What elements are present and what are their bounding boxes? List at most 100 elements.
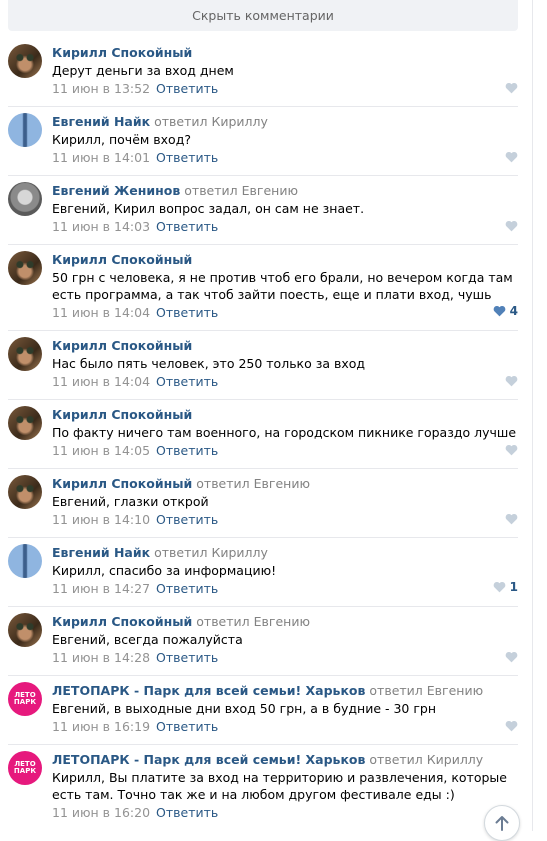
author-link[interactable]: Кирилл Спокойный xyxy=(52,45,192,60)
reply-button[interactable]: Ответить xyxy=(156,581,218,596)
letopark-logo[interactable]: ЛЕТО ПАРК xyxy=(8,751,42,785)
user-avatar[interactable] xyxy=(8,544,42,578)
heart-icon xyxy=(505,220,518,232)
like-count: 4 xyxy=(509,304,518,318)
reply-button[interactable]: Ответить xyxy=(156,81,218,96)
hide-comments-label: Скрыть комментарии xyxy=(192,8,334,23)
heart-icon xyxy=(505,513,518,525)
heart-icon xyxy=(493,581,505,593)
user-avatar[interactable] xyxy=(8,475,42,509)
user-avatar[interactable] xyxy=(8,613,42,647)
comment-date[interactable]: 11 июн в 14:04 xyxy=(52,305,150,320)
replied-to[interactable]: ответил Евгению xyxy=(184,183,298,198)
comment-date[interactable]: 11 июн в 14:01 xyxy=(52,150,150,165)
comment-date[interactable]: 11 июн в 16:20 xyxy=(52,805,150,820)
heart-icon xyxy=(505,720,518,732)
comment-text: Кирилл, почём вход? xyxy=(52,132,191,147)
like-button[interactable] xyxy=(505,651,518,663)
reply-button[interactable]: Ответить xyxy=(156,650,218,665)
replied-to[interactable]: ответил Кириллу xyxy=(154,545,268,560)
comment-text: Евгений, всегда пожалуйста xyxy=(52,632,243,647)
comment-text: По факту ничего там военного, на городск… xyxy=(52,425,517,440)
comment-date[interactable]: 11 июн в 14:04 xyxy=(52,374,150,389)
scroll-to-top-button[interactable] xyxy=(484,805,520,841)
comment-date[interactable]: 11 июн в 16:19 xyxy=(52,719,150,734)
comment-item: Кирилл Спокойный Дерут деньги за вход дн… xyxy=(8,38,518,107)
comment-item: Кирилл Спокойный Нас было пять человек, … xyxy=(8,331,518,400)
author-link[interactable]: Евгений Найк xyxy=(52,545,150,560)
reply-button[interactable]: Ответить xyxy=(156,374,218,389)
comment-text: Кирилл, спасибо за информацию! xyxy=(52,563,277,578)
reply-button[interactable]: Ответить xyxy=(156,150,218,165)
right-edge xyxy=(532,0,547,831)
comment-date[interactable]: 11 июн в 14:05 xyxy=(52,443,150,458)
comment-item: Евгений Найк ответил Кириллу Кирилл, спа… xyxy=(8,538,518,607)
user-avatar[interactable] xyxy=(8,182,42,216)
hide-comments-button[interactable]: Скрыть комментарии xyxy=(8,0,518,31)
reply-button[interactable]: Ответить xyxy=(156,805,218,820)
comment-text: Евгений, в выходные дни вход 50 грн, а в… xyxy=(52,701,437,716)
like-button[interactable] xyxy=(505,444,518,456)
like-button[interactable]: 1 xyxy=(493,580,518,594)
author-link[interactable]: Евгений Женинов xyxy=(52,183,180,198)
comment-item: ЛЕТО ПАРК ЛЕТОПАРК - Парк для всей семьи… xyxy=(8,676,518,745)
author-link[interactable]: ЛЕТОПАРК - Парк для всей семьи! Харьков xyxy=(52,752,365,767)
replied-to[interactable]: ответил Евгению xyxy=(369,683,483,698)
comment-text: Нас было пять человек, это 250 только за… xyxy=(52,356,366,371)
comment-text: Евгений, Кирил вопрос задал, он сам не з… xyxy=(52,201,365,216)
user-avatar[interactable] xyxy=(8,44,42,78)
replied-to[interactable]: ответил Евгению xyxy=(196,614,310,629)
comment-item: Кирилл Спокойный ответил Евгению Евгений… xyxy=(8,469,518,538)
like-button[interactable] xyxy=(505,220,518,232)
logo-text: ЛЕТО ПАРК xyxy=(13,760,37,775)
heart-icon xyxy=(505,651,518,663)
author-link[interactable]: ЛЕТОПАРК - Парк для всей семьи! Харьков xyxy=(52,683,365,698)
user-avatar[interactable] xyxy=(8,113,42,147)
reply-button[interactable]: Ответить xyxy=(156,443,218,458)
author-link[interactable]: Кирилл Спокойный xyxy=(52,614,192,629)
comment-text: Дерут деньги за вход днем xyxy=(52,63,234,78)
replied-to[interactable]: ответил Кириллу xyxy=(154,114,268,129)
author-link[interactable]: Евгений Найк xyxy=(52,114,150,129)
comment-text: Евгений, глазки открой xyxy=(52,494,209,509)
comment-item: Кирилл Спокойный 50 грн с человека, я не… xyxy=(8,245,518,331)
like-button[interactable] xyxy=(505,375,518,387)
comment-date[interactable]: 11 июн в 14:03 xyxy=(52,219,150,234)
heart-icon xyxy=(505,444,518,456)
reply-button[interactable]: Ответить xyxy=(156,219,218,234)
comment-item: Евгений Найк ответил Кириллу Кирилл, поч… xyxy=(8,107,518,176)
comments-list: Кирилл Спокойный Дерут деньги за вход дн… xyxy=(8,38,518,830)
logo-text: ЛЕТО ПАРК xyxy=(13,691,37,706)
reply-button[interactable]: Ответить xyxy=(156,719,218,734)
author-link[interactable]: Кирилл Спокойный xyxy=(52,338,192,353)
like-button[interactable] xyxy=(505,151,518,163)
replied-to[interactable]: ответил Евгению xyxy=(196,476,310,491)
user-avatar[interactable] xyxy=(8,251,42,285)
like-button[interactable] xyxy=(505,720,518,732)
like-count: 1 xyxy=(509,580,518,594)
letopark-logo[interactable]: ЛЕТО ПАРК xyxy=(8,682,42,716)
replied-to[interactable]: ответил Кириллу xyxy=(369,752,483,767)
heart-icon xyxy=(505,375,518,387)
like-button[interactable]: 4 xyxy=(493,304,518,318)
user-avatar[interactable] xyxy=(8,406,42,440)
comment-date[interactable]: 11 июн в 14:10 xyxy=(52,512,150,527)
reply-button[interactable]: Ответить xyxy=(156,512,218,527)
comment-text: 50 грн с человека, я не против чтоб его … xyxy=(52,270,513,302)
comment-item: Кирилл Спокойный По факту ничего там вое… xyxy=(8,400,518,469)
comment-date[interactable]: 11 июн в 14:27 xyxy=(52,581,150,596)
like-button[interactable] xyxy=(505,513,518,525)
author-link[interactable]: Кирилл Спокойный xyxy=(52,476,192,491)
author-link[interactable]: Кирилл Спокойный xyxy=(52,407,192,422)
heart-icon xyxy=(493,305,505,317)
comment-date[interactable]: 11 июн в 14:28 xyxy=(52,650,150,665)
reply-button[interactable]: Ответить xyxy=(156,305,218,320)
comment-item: Кирилл Спокойный ответил Евгению Евгений… xyxy=(8,607,518,676)
author-link[interactable]: Кирилл Спокойный xyxy=(52,252,192,267)
comment-item: ЛЕТО ПАРК ЛЕТОПАРК - Парк для всей семьи… xyxy=(8,745,518,830)
like-button[interactable] xyxy=(505,82,518,94)
comment-date[interactable]: 11 июн в 13:52 xyxy=(52,81,150,96)
comment-item: Евгений Женинов ответил Евгению Евгений,… xyxy=(8,176,518,245)
heart-icon xyxy=(505,151,518,163)
user-avatar[interactable] xyxy=(8,337,42,371)
